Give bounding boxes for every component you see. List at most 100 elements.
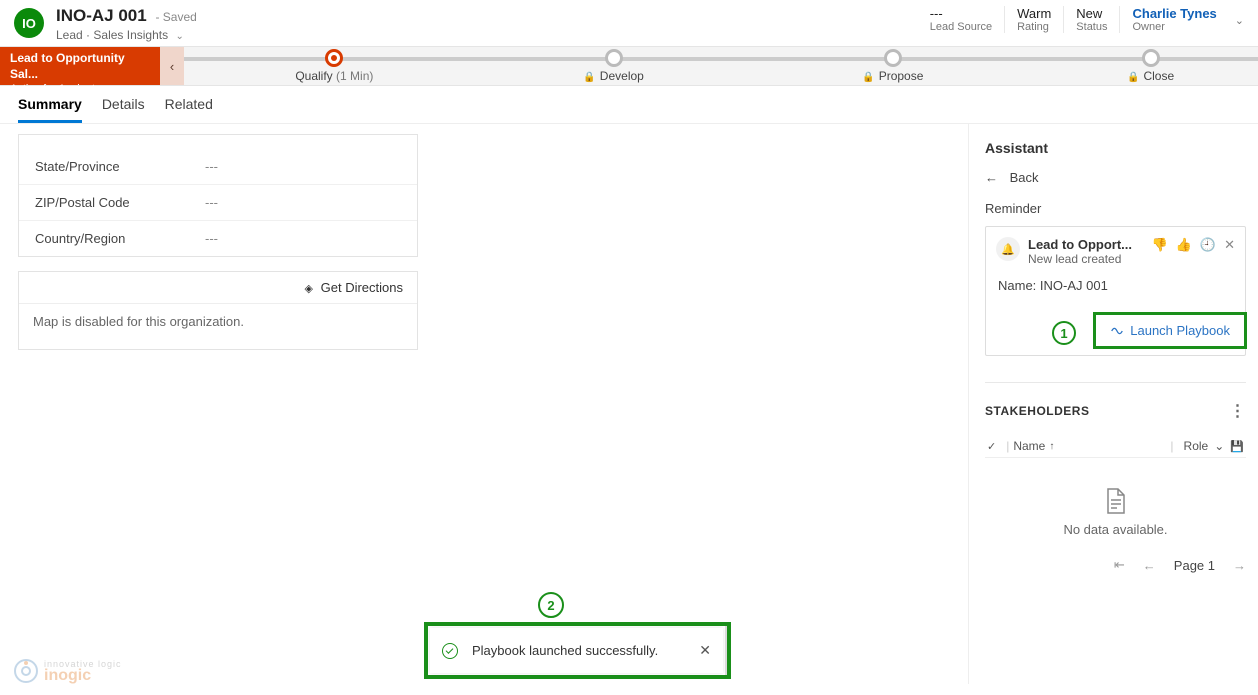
header-field-leadsource[interactable]: --- Lead Source [918, 6, 1004, 33]
close-icon[interactable]: ✕ [699, 642, 711, 659]
lock-icon: 🔒 [1127, 72, 1139, 83]
next-page-icon[interactable]: → [1233, 558, 1246, 573]
header-field-owner[interactable]: Charlie Tynes Owner [1119, 6, 1228, 33]
launch-playbook-button[interactable]: Launch Playbook [1093, 312, 1247, 349]
sort-asc-icon[interactable]: ↑ [1049, 441, 1054, 452]
prev-page-icon[interactable]: ← [1143, 558, 1156, 573]
wm-name-b: gic [68, 667, 91, 684]
tab-details[interactable]: Details [102, 96, 145, 123]
header-field-value: New [1076, 6, 1107, 21]
back-label: Back [1010, 170, 1039, 185]
map-card: ◈ Get Directions Map is disabled for thi… [18, 271, 418, 350]
thumbs-down-icon[interactable]: 👎 [1152, 237, 1168, 253]
header-field-status[interactable]: New Status [1063, 6, 1119, 33]
stage-time: (1 Min) [336, 69, 373, 83]
address-card: State/Province --- ZIP/Postal Code --- C… [18, 134, 418, 257]
header-field-label: Lead Source [930, 21, 992, 33]
bell-icon: 🔔 [996, 237, 1020, 261]
title-block: INO-AJ 001 - Saved Lead · Sales Insights… [56, 6, 197, 42]
field-value: --- [205, 231, 218, 246]
field-value: --- [205, 195, 218, 210]
header-field-value: Charlie Tynes [1132, 6, 1216, 21]
sep: · [86, 28, 90, 42]
stages-track [184, 57, 1258, 61]
success-icon [442, 643, 458, 659]
header-field-label: Status [1076, 21, 1107, 33]
field-country[interactable]: Country/Region --- [19, 220, 417, 256]
lock-icon: 🔒 [583, 72, 595, 83]
first-page-icon[interactable]: ⇤ [1114, 557, 1125, 573]
reminder-section-label: Reminder [985, 201, 1246, 216]
map-disabled-message: Map is disabled for this organization. [19, 303, 417, 349]
stage-name: Qualify [295, 69, 332, 83]
chevron-down-icon[interactable]: ⌄ [1229, 6, 1244, 27]
stakeholders-section: STAKEHOLDERS ⋮ ✓ | Name ↑ | Role ⌄ 💾 [985, 382, 1246, 573]
reminder-name: Name: INO-AJ 001 [998, 278, 1235, 293]
more-icon[interactable]: ⋮ [1230, 401, 1247, 421]
process-duration: Active for 1 minute [10, 82, 150, 96]
header-field-label: Owner [1132, 21, 1216, 33]
stage-node-close[interactable] [1142, 49, 1160, 67]
form-selector[interactable]: Sales Insights [93, 28, 168, 42]
stage-name: Propose [879, 69, 924, 83]
thumbs-up-icon[interactable]: 👍 [1176, 237, 1192, 253]
check-icon[interactable]: ✓ [987, 440, 996, 453]
document-icon [1105, 488, 1127, 514]
business-process-flow: Lead to Opportunity Sal... Active for 1 … [0, 46, 1258, 86]
save-icon[interactable]: 💾 [1230, 440, 1244, 453]
logo-icon [12, 657, 40, 685]
reminder-title: Lead to Opport... [1028, 237, 1132, 252]
stakeholders-title: STAKEHOLDERS [985, 404, 1089, 418]
stage-node-develop[interactable] [605, 49, 623, 67]
field-state[interactable]: State/Province --- [19, 135, 417, 184]
clock-icon[interactable]: 🕘 [1200, 237, 1216, 253]
saved-indicator: - Saved [155, 10, 196, 24]
chevron-left-icon[interactable]: ‹ [160, 47, 184, 85]
process-label[interactable]: Lead to Opportunity Sal... Active for 1 … [0, 47, 160, 85]
annotation-1: 1 [1052, 321, 1076, 345]
column-role[interactable]: Role [1184, 439, 1209, 453]
column-name[interactable]: Name [1013, 439, 1045, 453]
header-field-rating[interactable]: Warm Rating [1004, 6, 1063, 33]
process-stages: Qualify (1 Min) 🔒Develop 🔒 Propose 🔒 Close [184, 47, 1258, 85]
playbook-icon [1110, 324, 1124, 338]
stage-node-propose[interactable] [884, 49, 902, 67]
field-value: --- [205, 159, 218, 174]
tab-summary[interactable]: Summary [18, 96, 82, 123]
header-field-value: Warm [1017, 6, 1051, 21]
record-header: IO INO-AJ 001 - Saved Lead · Sales Insig… [0, 0, 1258, 46]
header-field-label: Rating [1017, 21, 1051, 33]
launch-label: Launch Playbook [1130, 323, 1230, 338]
process-name: Lead to Opportunity Sal... [10, 51, 150, 82]
record-title: INO-AJ 001 [56, 6, 147, 25]
field-zip[interactable]: ZIP/Postal Code --- [19, 184, 417, 220]
stage-label: 🔒Develop [583, 69, 643, 83]
back-button[interactable]: ← Back [985, 170, 1246, 185]
tab-related[interactable]: Related [165, 96, 213, 123]
left-column: State/Province --- ZIP/Postal Code --- C… [0, 124, 968, 684]
avatar: IO [14, 8, 44, 38]
no-data-placeholder: No data available. [985, 458, 1246, 547]
wm-name-a: ino [44, 667, 68, 684]
close-icon[interactable]: ✕ [1224, 237, 1235, 253]
directions-label: Get Directions [321, 280, 403, 295]
get-directions-button[interactable]: ◈ Get Directions [19, 272, 417, 303]
reminder-subtitle: New lead created [1028, 252, 1132, 266]
annotation-2: 2 [538, 592, 564, 618]
chevron-down-icon[interactable]: ⌄ [1214, 439, 1224, 453]
header-right: --- Lead Source Warm Rating New Status C… [918, 6, 1244, 33]
lock-icon: 🔒 [862, 72, 874, 83]
reminder-card: 🔔 Lead to Opport... New lead created 👎 👍… [985, 226, 1246, 356]
directions-icon: ◈ [305, 283, 313, 295]
form-tabs: Summary Details Related [0, 86, 1258, 124]
chevron-down-icon[interactable]: ⌄ [175, 31, 183, 42]
pager: ⇤ ← Page 1 → [985, 557, 1246, 573]
entity-type: Lead [56, 28, 83, 42]
field-label: Country/Region [35, 231, 205, 246]
stage-name: Close [1143, 69, 1174, 83]
assistant-title: Assistant [985, 140, 1246, 156]
header-field-value: --- [930, 6, 992, 21]
right-column: Assistant ← Back Reminder 🔔 Lead to Oppo… [968, 124, 1258, 684]
stage-node-qualify[interactable] [325, 49, 343, 67]
field-label: State/Province [35, 159, 205, 174]
